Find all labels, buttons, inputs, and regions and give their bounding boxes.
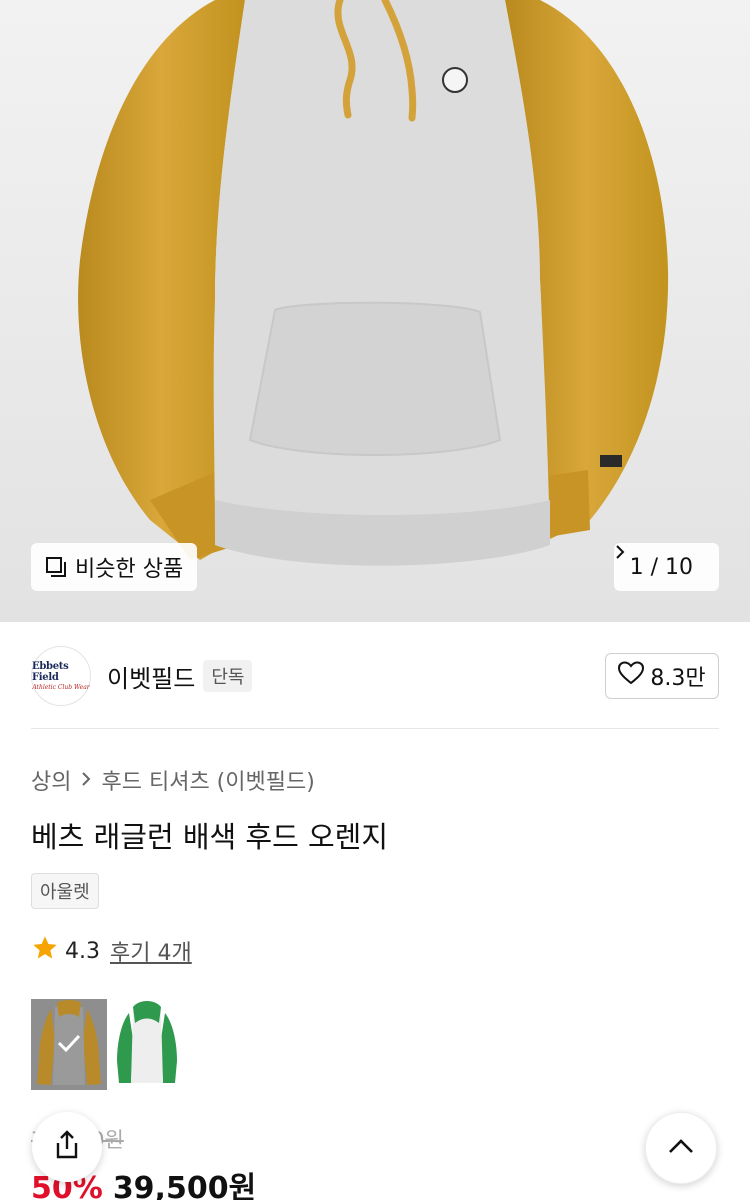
color-option-green[interactable] [109, 999, 185, 1090]
like-count: 8.3만 [650, 666, 706, 691]
share-icon [53, 1130, 81, 1164]
check-icon [57, 1033, 81, 1057]
like-button[interactable]: 8.3만 [605, 653, 719, 699]
image-counter[interactable]: 1 / 10 [613, 543, 719, 591]
rating-score: 4.3 [65, 938, 100, 964]
scroll-top-button[interactable] [645, 1112, 717, 1184]
breadcrumb-category[interactable]: 상의 [31, 764, 71, 796]
divider [31, 728, 719, 729]
similar-products-label: 비슷한 상품 [75, 557, 184, 582]
rating: 4.3 후기 4개 [31, 934, 192, 968]
chevron-right-icon [81, 768, 91, 793]
product-title: 베츠 래글런 배색 후드 오렌지 [31, 820, 389, 854]
image-counter-text: 1 / 10 [629, 554, 693, 580]
brand-logo[interactable]: Ebbets Field Athletic Club Wear [31, 646, 91, 706]
star-icon [31, 934, 59, 968]
similar-icon [45, 556, 67, 578]
outlet-tag: 아울렛 [31, 873, 99, 909]
heart-icon [618, 661, 645, 691]
share-button[interactable] [32, 1112, 102, 1182]
reviews-link[interactable]: 후기 4개 [110, 935, 192, 967]
breadcrumb: 상의 후드 티셔츠 (이벳필드) [31, 764, 315, 796]
color-options [31, 999, 185, 1090]
brand-logo-subtext: Athletic Club Wear [32, 684, 90, 691]
brand-row: Ebbets Field Athletic Club Wear 이벳필드 단독 … [31, 645, 719, 707]
breadcrumb-subcategory[interactable]: 후드 티셔츠 (이벳필드) [101, 764, 314, 796]
chevron-up-icon [667, 1137, 695, 1159]
product-image[interactable]: 비슷한 상품 1 / 10 [0, 0, 750, 622]
color-option-orange[interactable] [31, 999, 107, 1090]
exclusive-badge: 단독 [203, 660, 253, 692]
similar-products-button[interactable]: 비슷한 상품 [31, 543, 198, 591]
brand-logo-text: Ebbets Field [32, 661, 69, 683]
sale-price: 39,500원 [112, 1171, 257, 1200]
brand-name[interactable]: 이벳필드 [107, 659, 195, 694]
hoodie-illustration [0, 0, 750, 622]
